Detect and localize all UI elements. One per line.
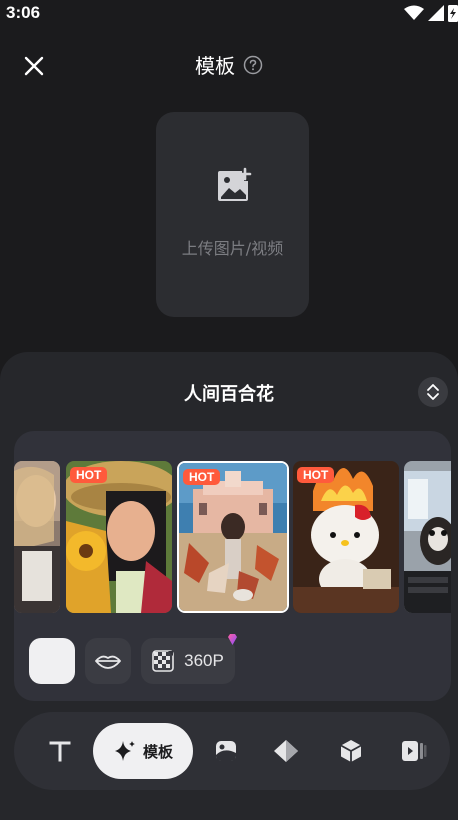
- lip-sync-button[interactable]: [85, 638, 131, 684]
- battery-icon: [448, 5, 458, 22]
- hot-badge: HOT: [297, 467, 335, 483]
- resolution-icon: [152, 650, 174, 672]
- signal-icon: [428, 5, 444, 21]
- video-tool-button[interactable]: [394, 723, 434, 779]
- template-tool-label: 模板: [142, 742, 173, 761]
- page-title: 模板: [195, 54, 235, 78]
- audio-wave-icon: [41, 651, 61, 671]
- help-icon[interactable]: [243, 55, 263, 75]
- video-icon: [402, 741, 427, 761]
- premium-diamond-icon: [228, 634, 237, 645]
- status-time: 3:06: [6, 3, 41, 22]
- bottom-toolbar: 模板: [14, 712, 450, 790]
- template-tool-button[interactable]: 模板: [93, 723, 193, 779]
- lips-icon: [95, 655, 121, 669]
- text-icon: [49, 741, 71, 762]
- status-bar: 3:06: [0, 0, 458, 28]
- template-carousel[interactable]: HOT HOT HOT: [14, 461, 451, 613]
- wifi-icon: [404, 5, 424, 20]
- audio-wave-button[interactable]: [29, 638, 75, 684]
- sticker-tool-button[interactable]: [206, 723, 246, 779]
- template-thumbnail[interactable]: [404, 461, 451, 613]
- template-thumbnail[interactable]: [14, 461, 60, 613]
- quality-label: 360P: [184, 651, 224, 670]
- hot-badge: HOT: [70, 467, 108, 483]
- status-icons: [404, 4, 458, 22]
- filter-tool-button[interactable]: [266, 723, 306, 779]
- sticker-icon: [216, 741, 236, 761]
- options-row: 360P: [29, 634, 237, 686]
- hot-badge: HOT: [183, 469, 221, 485]
- template-thumbnail-selected[interactable]: HOT: [177, 461, 289, 613]
- expand-button[interactable]: [418, 377, 448, 407]
- add-image-icon: [217, 167, 251, 201]
- chevron-up-down-icon: [427, 384, 439, 400]
- template-thumbnail[interactable]: HOT: [66, 461, 172, 613]
- text-tool-button[interactable]: [40, 723, 80, 779]
- filter-icon: [274, 740, 298, 762]
- upload-label: 上传图片/视频: [181, 239, 284, 258]
- template-name: 人间百合花: [184, 384, 274, 405]
- cube-icon: [340, 740, 362, 762]
- template-panel: HOT HOT HOT 360P: [14, 431, 451, 701]
- upload-media-button[interactable]: 上传图片/视频: [156, 112, 309, 317]
- sparkle-icon: [114, 741, 135, 761]
- 3d-tool-button[interactable]: [331, 723, 371, 779]
- template-thumbnail[interactable]: HOT: [293, 461, 399, 613]
- quality-button[interactable]: 360P: [141, 634, 237, 684]
- page-title-wrap: 模板: [0, 50, 458, 79]
